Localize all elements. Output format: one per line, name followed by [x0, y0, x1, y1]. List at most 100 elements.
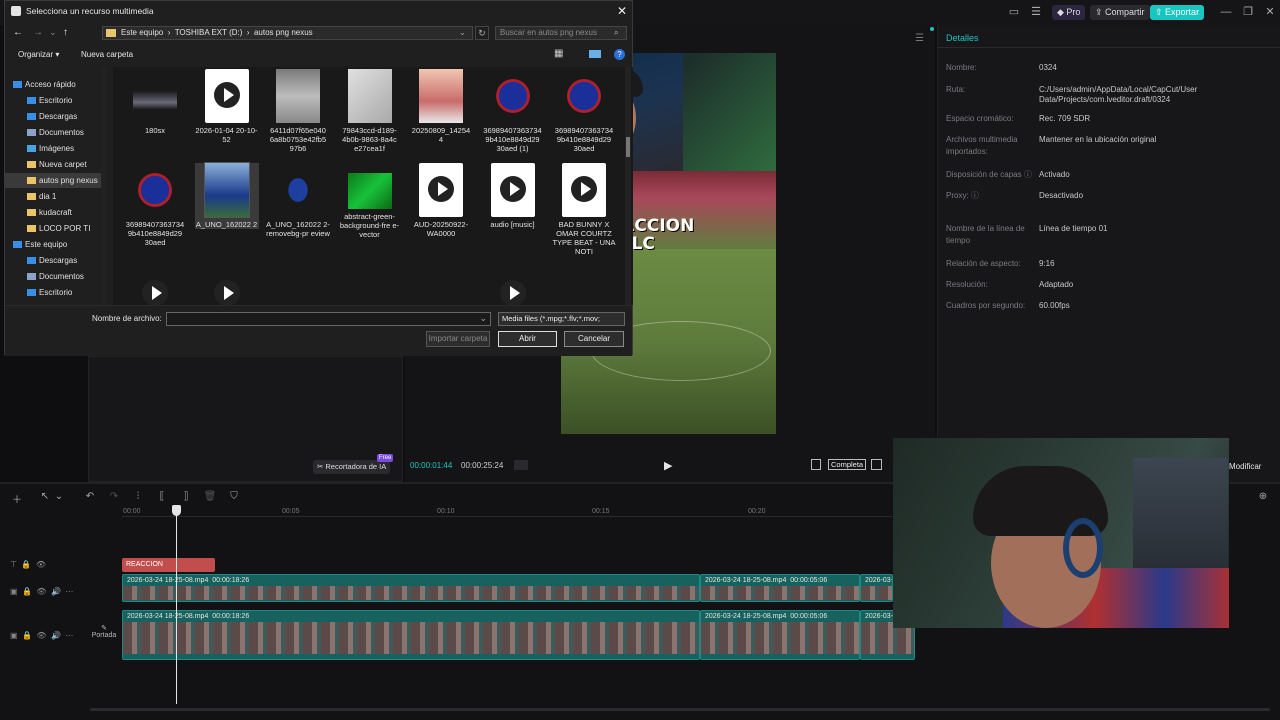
timeline-scrollbar[interactable]	[90, 708, 1270, 711]
chevron-down-icon[interactable]: ⌄	[459, 27, 466, 39]
track1-controls[interactable]: ⊤ 🔒 👁	[10, 560, 46, 569]
nav-item-descargas[interactable]: Descargas	[5, 109, 105, 124]
main-video-clip[interactable]: 2026-03-24 18-25-08.mp4 00:00:05:06	[700, 610, 860, 660]
ai-cutout-button[interactable]: ✂ Recortadora de IA	[313, 460, 391, 474]
share-button[interactable]: ⇪ Compartir	[1090, 5, 1150, 20]
refresh-icon[interactable]: ↻	[475, 26, 489, 40]
folder-icon	[27, 209, 36, 216]
file-item[interactable]: 6411d07f65e040 6a8b0753e42fb5 97b6	[266, 69, 330, 153]
dialog-titlebar: Selecciona un recurso multimedia ✕	[5, 1, 632, 21]
chevron-down-icon[interactable]: ⌄	[49, 27, 57, 38]
zoom-icon[interactable]: ⊕	[1256, 491, 1270, 503]
file-item[interactable]: 36989407363734 9b410e8849d29 30aed	[552, 69, 616, 153]
undo-icon[interactable]: ↶	[83, 491, 97, 503]
playhead[interactable]	[176, 506, 177, 704]
file-item[interactable]: 180sx	[123, 69, 187, 135]
clip-thumbnails	[701, 622, 859, 654]
cover-button[interactable]: ✎ Portada	[91, 624, 117, 648]
nav-item-documentos[interactable]: Documentos	[5, 269, 105, 284]
forward-icon[interactable]: →	[33, 27, 43, 38]
file-item[interactable]: 79843ccd-d189-4b0b-9863-8a4c e27cea1f	[338, 69, 402, 153]
file-grid: 180sx 2026-01-04 20-10-52 6411d07f65e040 6…	[113, 67, 633, 305]
nav-item-descargas[interactable]: Descargas	[5, 253, 105, 268]
split-icon[interactable]: ⫶	[131, 491, 145, 503]
nav-item-escritorio[interactable]: Escritorio	[5, 93, 105, 108]
nav-item-loco-por-ti[interactable]: LOCO POR TI	[5, 221, 105, 236]
breadcrumb-drive[interactable]: TOSHIBA EXT (D:)	[175, 28, 243, 37]
video-clip[interactable]: 2026-03-24 18-25-08.mp4 00:00:18:26	[122, 574, 700, 602]
file-item[interactable]: 20250809_14254 4	[409, 69, 473, 144]
split-left-icon[interactable]: ⟦	[155, 491, 169, 503]
nav-item-escritorio[interactable]: Escritorio	[5, 285, 105, 300]
video-clip[interactable]: 2026-03-24 18-25-08.mp4 00:00:05:06	[700, 574, 860, 602]
files-scrollbar[interactable]	[625, 67, 631, 305]
crop-icon[interactable]	[811, 459, 821, 470]
maximize-icon[interactable]: ❐	[1238, 4, 1258, 20]
select-tool-icon[interactable]: ↖	[38, 491, 52, 503]
delete-icon[interactable]: 🗑	[203, 491, 217, 503]
open-button[interactable]: Abrir	[498, 331, 557, 347]
nav-item-acceso-rápido[interactable]: Acceso rápido	[5, 77, 105, 92]
text-clip[interactable]: REACCION	[122, 558, 215, 572]
playhead-handle[interactable]	[172, 505, 181, 516]
video-clip[interactable]: 2026-03-2	[860, 574, 893, 602]
nav-item-nueva-carpet[interactable]: Nueva carpet	[5, 157, 105, 172]
view-icon[interactable]: ▦	[554, 48, 563, 59]
redo-icon[interactable]: ↷	[107, 491, 121, 503]
chevron-down-icon[interactable]: ⌄	[479, 313, 487, 324]
nav-item-imágenes[interactable]: Imágenes	[5, 141, 105, 156]
nav-item-kudacraft[interactable]: kudacraft	[5, 205, 105, 220]
organize-menu[interactable]: Organizar ▾	[18, 50, 59, 59]
layout-icon[interactable]: ▭	[1004, 4, 1024, 20]
preview-pane-icon[interactable]	[589, 50, 601, 58]
filename-input[interactable]: ⌄	[166, 312, 491, 326]
file-item[interactable]: 36989407363734 9b410e8849d29 30aed	[123, 163, 187, 247]
nav-item-dia-1[interactable]: dia 1	[5, 189, 105, 204]
modify-button[interactable]: Modificar	[1229, 462, 1261, 471]
marker-icon[interactable]: ⛉	[227, 491, 241, 503]
ratio-button[interactable]: Completa	[828, 459, 867, 470]
up-icon[interactable]: ↑	[63, 27, 68, 38]
timecode-toggle-icon[interactable]	[514, 460, 528, 470]
file-item[interactable]: AUD-20250922-WA0000	[409, 163, 473, 238]
file-item[interactable]: 2026-01-04 20-10-52	[195, 69, 259, 144]
file-item[interactable]: abstract-green-background-fre e-vector	[338, 163, 402, 239]
filetype-select[interactable]: Media files (*.mpg;*.flv;*.mov;	[498, 312, 625, 326]
scrollbar-thumb[interactable]	[626, 137, 630, 157]
chevron-down-icon[interactable]: ⌄	[52, 491, 66, 503]
breadcrumb-folder[interactable]: autos png nexus	[254, 28, 313, 37]
main-video-clip[interactable]: 2026-03-24 18-25-08.mp4 00:00:18:26	[122, 610, 700, 660]
import-folder-button[interactable]: Importar carpeta	[426, 331, 490, 347]
cancel-button[interactable]: Cancelar	[564, 331, 624, 347]
help-icon[interactable]: ?	[614, 49, 625, 60]
back-icon[interactable]: ←	[13, 27, 23, 38]
track2-controls[interactable]: ▣ 🔒 👁 🔊 ⋯	[10, 587, 73, 596]
pro-badge[interactable]: ◆ Pro	[1052, 5, 1086, 20]
panels-icon[interactable]: ☰	[1026, 4, 1046, 20]
breadcrumb-this-pc[interactable]: Este equipo	[121, 28, 163, 37]
nav-scrollbar[interactable]	[101, 67, 107, 305]
search-input[interactable]: Buscar en autos png nexus ⌕	[495, 26, 627, 40]
file-item[interactable]: 36989407363734 9b410e8849d29 30aed (1)	[481, 69, 545, 153]
new-folder-button[interactable]: Nueva carpeta	[81, 50, 133, 59]
export-button[interactable]: ⇧ Exportar	[1150, 5, 1205, 20]
add-track-icon[interactable]: ＋	[10, 491, 24, 506]
file-item[interactable]: A_UNO_162022 2-removebg-pr eview	[266, 163, 330, 238]
nav-item-documentos[interactable]: Documentos	[5, 125, 105, 140]
close-app-icon[interactable]: ✕	[1260, 4, 1280, 20]
file-item[interactable]: A_UNO_162022 2	[194, 162, 259, 229]
statue-thumbnail	[276, 69, 320, 123]
close-icon[interactable]: ✕	[617, 1, 627, 21]
track3-controls[interactable]: ▣ 🔒 👁 🔊 ⋯	[10, 631, 73, 640]
nav-item-autos-png-nexus[interactable]: autos png nexus	[5, 173, 105, 188]
fit-icon[interactable]	[871, 459, 882, 470]
file-item[interactable]: audio [music]	[481, 163, 545, 229]
nav-item-este-equipo[interactable]: Este equipo	[5, 237, 105, 252]
address-bar[interactable]: Este equipo › TOSHIBA EXT (D:) › autos p…	[102, 26, 473, 40]
details-header[interactable]: Detalles	[946, 33, 979, 43]
split-right-icon[interactable]: ⟧	[179, 491, 193, 503]
minimize-icon[interactable]: —	[1216, 4, 1236, 20]
menu-icon[interactable]: ☰	[915, 33, 924, 44]
play-icon[interactable]: ▶	[664, 459, 672, 472]
file-item[interactable]: BAD BUNNY X OMAR COURTZ TYPE BEAT - UNA …	[552, 163, 616, 256]
